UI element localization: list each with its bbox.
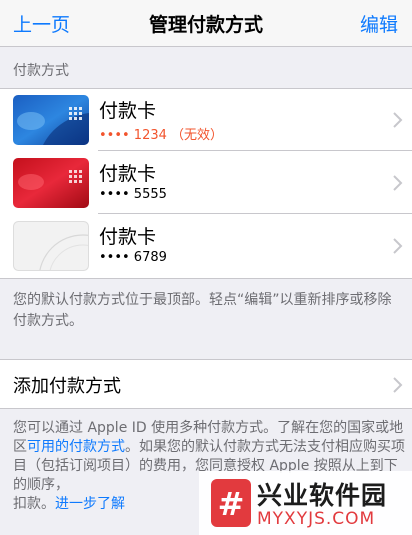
- card-name: 付款卡: [99, 226, 157, 248]
- white-card-image: [13, 221, 89, 271]
- add-payment-method-row[interactable]: 添加付款方式: [0, 359, 412, 409]
- card-name: 付款卡: [99, 100, 157, 122]
- page-title: 管理付款方式: [148, 14, 263, 36]
- chevron-right-icon: [393, 112, 403, 128]
- available-payment-methods-link[interactable]: 可用的付款方式: [27, 439, 125, 455]
- navigation-bar: 上一页 管理付款方式 编辑: [0, 0, 412, 47]
- watermark-title: 兴业软件园: [257, 481, 388, 510]
- watermark-subtitle: MYXYJS.COM: [257, 509, 376, 529]
- card-number: •••• 6789: [99, 250, 167, 265]
- chevron-right-icon: [393, 238, 403, 254]
- payment-card-row-2[interactable]: 付款卡 •••• 5555: [0, 152, 412, 214]
- card-number: •••• 5555: [99, 187, 167, 202]
- blue-card-image: [13, 95, 89, 145]
- learn-more-link[interactable]: 进一步了解: [55, 496, 125, 512]
- add-payment-method-label: 添加付款方式: [13, 376, 121, 397]
- info-text-part-3: 扣款。: [13, 496, 55, 512]
- payment-card-list: 付款卡 •••• 1234 （无效） 付款卡 •••• 5555 付款卡 •••…: [0, 88, 412, 279]
- payment-card-row-1[interactable]: 付款卡 •••• 1234 （无效）: [0, 89, 412, 151]
- red-card-image: [13, 158, 89, 208]
- payment-methods-header: 付款方式: [13, 63, 69, 79]
- card-name: 付款卡: [99, 163, 157, 185]
- divider: [98, 150, 412, 151]
- default-payment-note: 您的默认付款方式位于最顶部。轻点“编辑”以重新排序或移除付款方式。: [13, 292, 392, 329]
- card-number-expired: •••• 1234 （无效）: [99, 128, 224, 143]
- watermark: # 兴业软件园 MYXYJS.COM: [199, 471, 412, 535]
- chevron-right-icon: [393, 377, 403, 393]
- divider: [98, 213, 412, 214]
- payment-card-row-3[interactable]: 付款卡 •••• 6789: [0, 215, 412, 277]
- chevron-right-icon: [393, 175, 403, 191]
- svg-text:#: #: [218, 485, 245, 523]
- edit-button[interactable]: 编辑: [360, 10, 398, 37]
- watermark-logo: #: [211, 479, 251, 527]
